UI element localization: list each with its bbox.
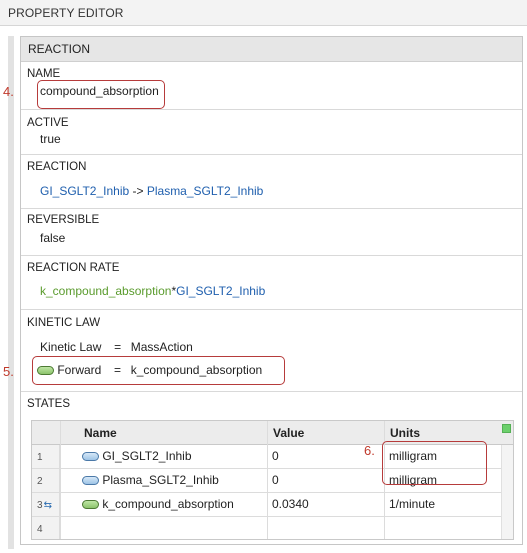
reaction-panel: REACTION NAME compound_absorption ACTIVE… [3,36,523,545]
state-name-cell[interactable]: GI_SGLT2_Inhib [82,449,192,463]
reaction-label: REACTION [27,161,87,173]
name-highlight-box [37,80,165,109]
species-icon [82,452,99,462]
reaction-rate-expression[interactable]: k_compound_absorption*GI_SGLT2_Inhib [40,284,265,298]
property-editor-title-bar: PROPERTY EDITOR [0,0,527,26]
panel-title: REACTION [28,42,91,56]
table-row[interactable]: 3⇆ k_compound_absorption 0.0340 1/minute [32,493,513,517]
state-value[interactable]: 0.0340 [272,497,309,511]
active-value[interactable]: true [40,132,61,146]
species-icon [82,476,99,486]
table-row[interactable]: 4 [32,517,513,539]
annotation-6: 6. [364,443,375,458]
row-number: 2 [32,469,60,492]
annotation-4: 4. [3,84,14,99]
state-value[interactable]: 0 [272,449,279,463]
state-units[interactable]: 1/minute [389,497,435,511]
row-number: 1 [32,445,60,468]
kinetic-law-row[interactable]: Kinetic Law = MassAction [40,340,193,354]
reversible-value[interactable]: false [40,231,65,245]
row-number: 3⇆ [32,493,60,516]
kinetic-law-label: KINETIC LAW [27,317,101,329]
active-label: ACTIVE [27,117,69,129]
reaction-rate-label: REACTION RATE [27,262,120,274]
product-link[interactable]: Plasma_SGLT2_Inhib [147,184,264,198]
reaction-equation[interactable]: GI_SGLT2_Inhib -> Plasma_SGLT2_Inhib [40,184,263,198]
window-title: PROPERTY EDITOR [8,6,124,20]
row-number-text: 3 [37,500,43,511]
state-name: Plasma_SGLT2_Inhib [102,473,219,487]
forward-highlight-box [32,356,285,385]
state-name-cell[interactable]: k_compound_absorption [82,497,234,511]
link-icon: ⇆ [43,500,52,511]
row-number: 4 [32,517,60,539]
kinetic-law-equals: = [114,340,122,354]
left-gutter-bar [8,36,14,549]
state-name: GI_SGLT2_Inhib [102,449,192,463]
state-name-cell[interactable]: Plasma_SGLT2_Inhib [82,473,219,487]
table-scrollbar[interactable] [501,445,513,539]
reaction-section: REACTION GI_SGLT2_Inhib -> Plasma_SGLT2_… [21,155,522,209]
column-header-value[interactable]: Value [273,426,304,440]
active-section: ACTIVE true [21,110,522,155]
annotation-5: 5. [3,364,14,379]
rate-species-link[interactable]: GI_SGLT2_Inhib [176,284,265,298]
reactant-link[interactable]: GI_SGLT2_Inhib [40,184,129,198]
reaction-rate-section: REACTION RATE k_compound_absorption*GI_S… [21,256,522,310]
reaction-arrow: -> [129,184,147,198]
kinetic-law-value[interactable]: MassAction [131,340,193,354]
state-name: k_compound_absorption [102,497,234,511]
states-label: STATES [27,398,71,410]
rate-parameter-link[interactable]: k_compound_absorption [40,284,171,298]
state-value[interactable]: 0 [272,473,279,487]
kinetic-law-name: Kinetic Law [40,340,102,354]
column-header-units[interactable]: Units [390,426,420,440]
column-header-name[interactable]: Name [84,426,117,440]
panel-header[interactable]: REACTION [21,37,522,62]
reversible-label: REVERSIBLE [27,214,100,226]
parameter-icon [82,500,99,510]
name-label: NAME [27,68,61,80]
units-highlight-box [382,441,487,485]
table-status-icon [502,424,511,433]
reversible-section: REVERSIBLE false [21,209,522,256]
